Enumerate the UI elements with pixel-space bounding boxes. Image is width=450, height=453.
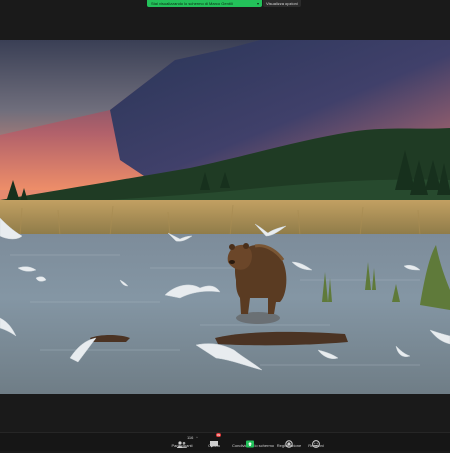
chevron-down-icon: ▾ — [256, 1, 259, 6]
chat-button[interactable]: 99 Chatta — [196, 433, 232, 451]
participants-button[interactable]: 116 ^ Partecipanti — [164, 435, 200, 451]
screen-share-banner-label: Stai visualizzando lo schermo di Marco G… — [151, 1, 233, 6]
shared-screen-content — [0, 40, 450, 394]
meeting-top-bar: Stai visualizzando lo schermo di Marco G… — [0, 0, 450, 40]
bear-river-photo — [0, 40, 450, 394]
reactions-button[interactable]: Reazioni — [298, 435, 334, 451]
share-screen-icon — [245, 435, 255, 448]
record-icon — [284, 435, 294, 448]
chat-unread-badge: 99 — [216, 433, 221, 437]
reactions-icon — [311, 435, 321, 448]
view-options-button[interactable]: Visualizza opzioni — [263, 0, 301, 7]
chat-icon: 99 — [209, 433, 221, 448]
participants-count: 116 — [187, 435, 194, 440]
shared-screen-letterbox — [0, 394, 450, 432]
meeting-controls-toolbar: 116 ^ Partecipanti 99 Chatta Condividere… — [0, 432, 450, 451]
participants-icon: 116 ^ — [177, 435, 198, 448]
share-screen-button[interactable]: Condividere lo schermo — [232, 435, 274, 451]
screen-share-banner[interactable]: Stai visualizzando lo schermo di Marco G… — [147, 0, 262, 7]
view-options-label: Visualizza opzioni — [266, 1, 298, 6]
